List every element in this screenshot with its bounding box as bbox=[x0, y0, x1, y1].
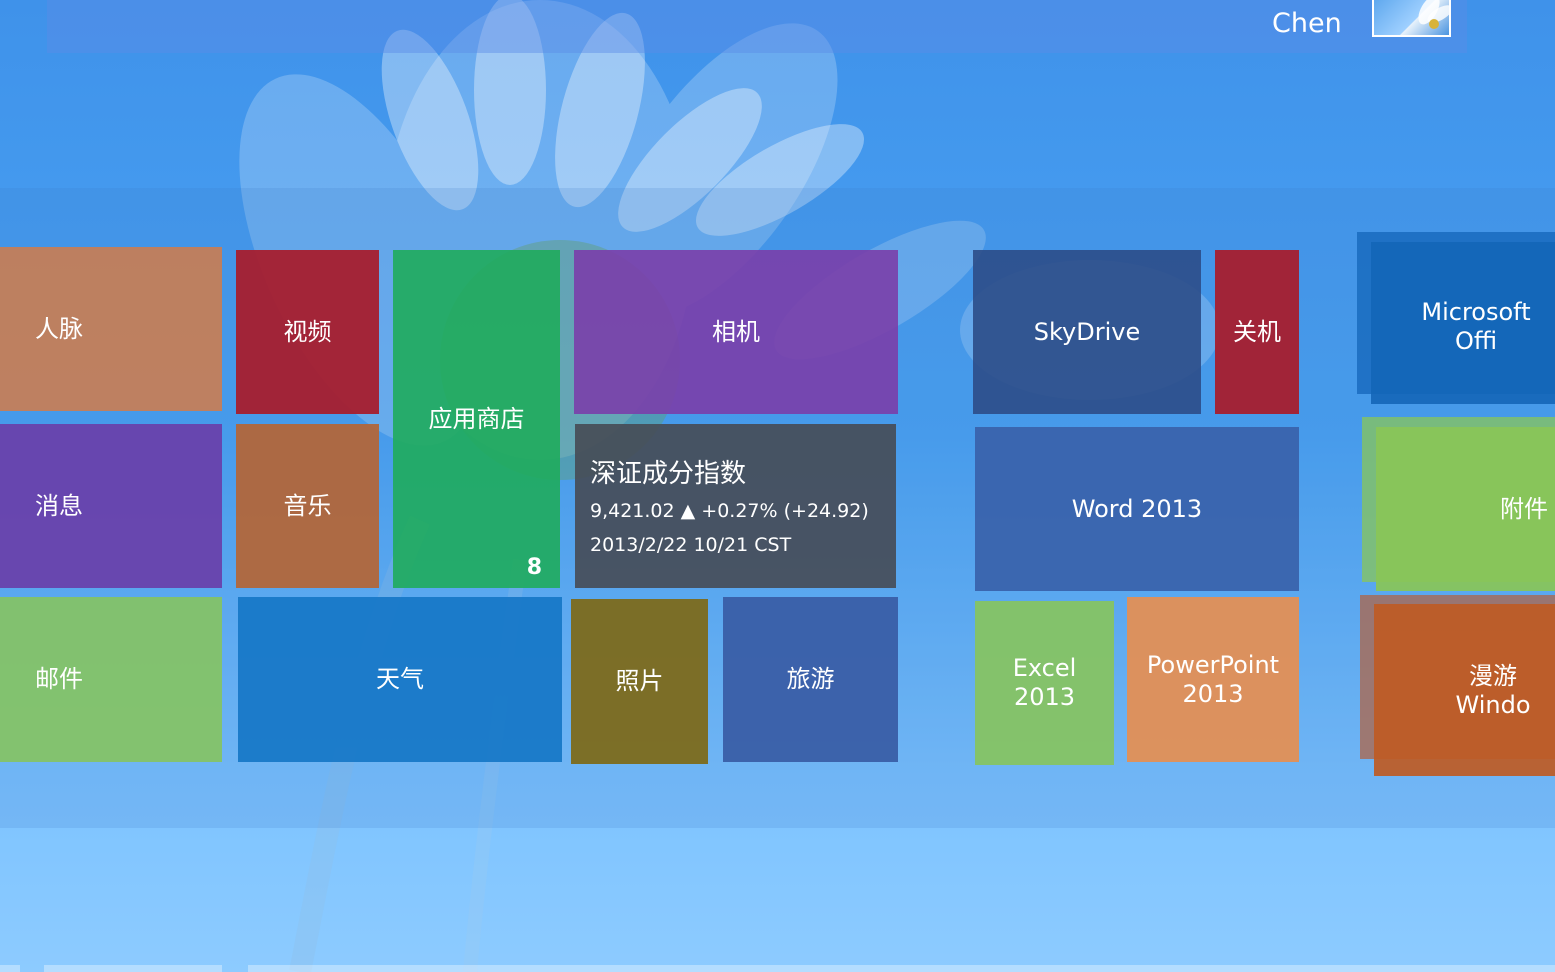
tile-label: 视频 bbox=[283, 317, 332, 346]
tile-label: Excel 2013 bbox=[1012, 654, 1077, 711]
tile-excel[interactable]: Excel 2013 bbox=[975, 601, 1114, 765]
tile-word[interactable]: Word 2013 bbox=[975, 427, 1299, 591]
tile-powerpoint[interactable]: PowerPoint 2013 bbox=[1127, 597, 1299, 762]
tile-accessories[interactable]: 附件 bbox=[1376, 427, 1555, 591]
tile-photos[interactable]: 照片 bbox=[571, 599, 708, 764]
tile-label: 邮件 bbox=[35, 665, 83, 693]
tile-label: 漫游 Windo bbox=[1455, 662, 1531, 719]
tile-mail[interactable]: 邮件 bbox=[0, 597, 222, 762]
stock-timestamp: 2013/2/22 10/21 CST bbox=[590, 534, 792, 556]
tile-label: 天气 bbox=[376, 665, 424, 693]
tile-label: 人脉 bbox=[35, 314, 83, 343]
bottom-strip bbox=[44, 965, 222, 972]
tile-label: 音乐 bbox=[283, 491, 332, 520]
tile-label: 附件 bbox=[1500, 494, 1548, 523]
tile-camera[interactable]: 相机 bbox=[574, 250, 898, 414]
tile-label: 消息 bbox=[35, 491, 83, 520]
tile-video[interactable]: 视频 bbox=[236, 250, 379, 414]
tile-windows-tour[interactable]: 漫游 Windo bbox=[1374, 604, 1555, 776]
tile-microsoft-office[interactable]: Microsoft Offi bbox=[1371, 242, 1555, 404]
tile-label: 关机 bbox=[1233, 317, 1281, 346]
tile-stock[interactable]: 深证成分指数 9,421.02 ▲ +0.27% (+24.92) 2013/2… bbox=[575, 424, 896, 588]
tile-label: 照片 bbox=[615, 667, 664, 695]
tile-skydrive[interactable]: SkyDrive bbox=[973, 250, 1201, 414]
stock-name: 深证成分指数 bbox=[590, 459, 747, 489]
tile-people[interactable]: 人脉 bbox=[0, 247, 222, 411]
daisy-avatar-icon bbox=[1418, 0, 1449, 29]
tile-shutdown[interactable]: 关机 bbox=[1215, 250, 1299, 414]
tile-label: 相机 bbox=[712, 317, 760, 346]
user-avatar[interactable] bbox=[1372, 0, 1451, 37]
tile-label: PowerPoint 2013 bbox=[1146, 650, 1280, 708]
tile-label: Word 2013 bbox=[1071, 494, 1203, 523]
bottom-strip bbox=[0, 965, 20, 972]
tile-messaging[interactable]: 消息 bbox=[0, 424, 222, 588]
tile-label: SkyDrive bbox=[1033, 317, 1141, 346]
tile-travel[interactable]: 旅游 bbox=[723, 597, 898, 762]
bottom-strip bbox=[248, 965, 1555, 972]
stock-quote: 9,421.02 ▲ +0.27% (+24.92) bbox=[590, 500, 869, 522]
top-bar bbox=[47, 0, 1467, 53]
tile-label: 旅游 bbox=[786, 665, 835, 693]
tile-label: Microsoft Offi bbox=[1421, 298, 1531, 355]
tile-music[interactable]: 音乐 bbox=[236, 424, 379, 588]
tile-label: 应用商店 bbox=[428, 405, 525, 433]
tile-weather[interactable]: 天气 bbox=[238, 597, 562, 762]
tile-store[interactable]: 应用商店 8 bbox=[393, 250, 560, 588]
user-name[interactable]: Chen bbox=[1272, 6, 1342, 42]
store-badge: 8 bbox=[526, 555, 542, 580]
